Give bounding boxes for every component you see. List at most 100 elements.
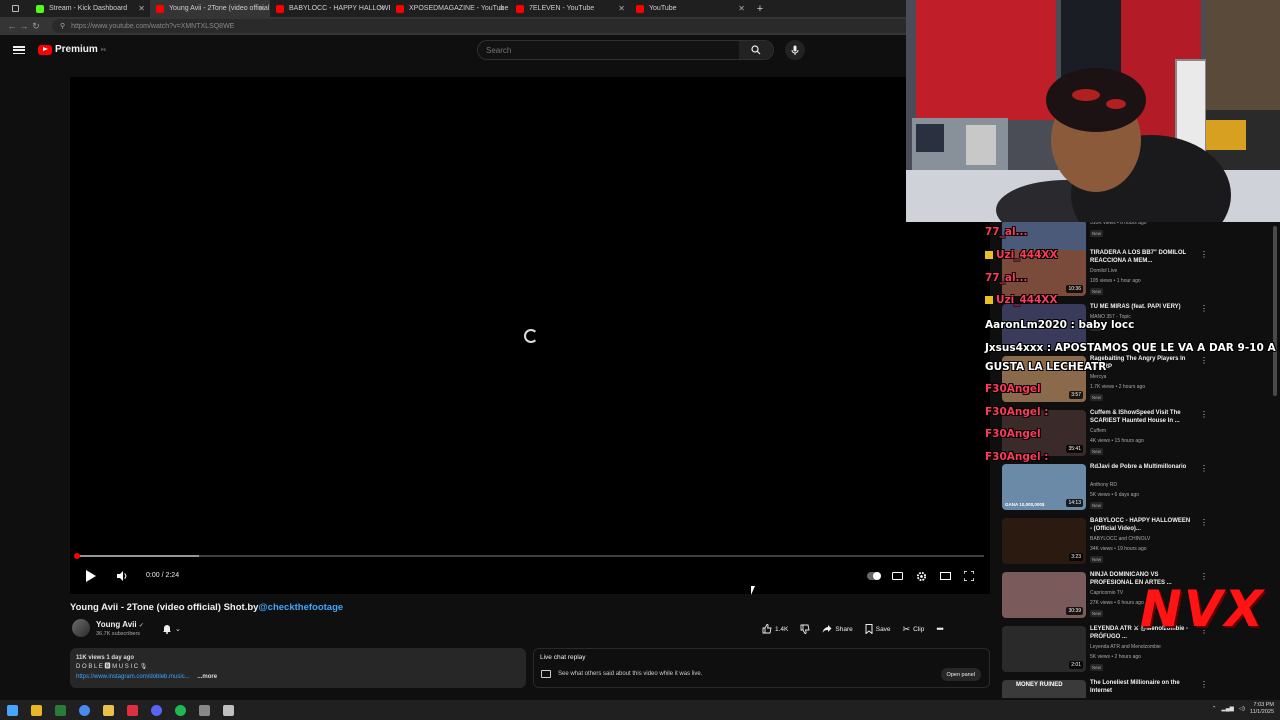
tab-list-icon[interactable] <box>0 0 30 17</box>
discord-icon[interactable] <box>144 700 168 720</box>
fullscreen-button[interactable] <box>962 569 976 583</box>
network-icon[interactable]: ▂▄▆ <box>1222 706 1234 712</box>
recommended-channel[interactable]: Mercya <box>1090 374 1106 380</box>
url-field[interactable]: ⚲ https://www.youtube.com/watch?v=XMNTXL… <box>52 19 932 33</box>
video-thumbnail[interactable] <box>1002 304 1086 350</box>
recommended-video[interactable]: 35:41 Cuffem & IShowSpeed Visit The SCARI… <box>1002 408 1270 460</box>
volume-button[interactable] <box>115 569 129 583</box>
recommended-channel[interactable]: Cuffem <box>1090 428 1106 434</box>
browser-tab[interactable]: 7ELEVEN - YouTube ✕ <box>510 0 630 17</box>
show-more-button[interactable]: ...more <box>197 674 217 680</box>
recommended-channel[interactable]: Leyenda ATR and Menolzombie <box>1090 644 1161 650</box>
video-thumbnail[interactable]: 14:13 GANA 10,000,000$ <box>1002 464 1086 510</box>
speaker-icon[interactable]: ◁) <box>1239 706 1245 712</box>
terminal-icon[interactable] <box>48 700 72 720</box>
youtube-premium-logo[interactable]: Premium PE <box>38 44 106 55</box>
recommended-channel[interactable]: Domilol Live <box>1090 268 1117 274</box>
more-vert-icon[interactable]: ⋮ <box>1200 410 1208 419</box>
scrubber-handle[interactable] <box>74 553 80 559</box>
recommended-title[interactable]: TIRADERA A LOS BB7" DOMILOL REACCIONA A … <box>1090 249 1192 265</box>
more-vert-icon[interactable]: ⋮ <box>1200 250 1208 259</box>
recommended-title[interactable]: BABYLOCC - HAPPY HALLOWEEN - (Official V… <box>1090 517 1192 533</box>
like-button[interactable]: 1.4K <box>756 621 794 637</box>
recommended-title[interactable]: The Loneliest Millionaire on the Interne… <box>1090 679 1192 695</box>
app-red-icon[interactable] <box>120 700 144 720</box>
notification-bell-button[interactable]: ⌄ <box>162 622 188 636</box>
reload-icon[interactable]: ↻ <box>30 21 42 32</box>
voice-search-button[interactable] <box>785 40 805 60</box>
site-info-icon[interactable]: ⚲ <box>60 22 65 30</box>
open-panel-button[interactable]: Open panel <box>940 668 981 681</box>
obs-icon[interactable] <box>216 700 240 720</box>
dislike-button[interactable] <box>794 621 816 637</box>
recommended-video[interactable]: 14:13 GANA 10,000,000$ RdJavi de Pobre a M… <box>1002 462 1270 514</box>
recommended-title[interactable]: RdJavi de Pobre a Multimillonario <box>1090 463 1192 471</box>
video-thumbnail[interactable]: MONEY RUINED <box>1002 680 1086 698</box>
tab-close-icon[interactable]: ✕ <box>138 4 145 13</box>
browser-tab[interactable]: YouTube ✕ <box>630 0 750 17</box>
video-thumbnail[interactable]: 2:01 <box>1002 626 1086 672</box>
folder-icon[interactable] <box>96 700 120 720</box>
tab-close-icon[interactable]: ✕ <box>618 4 625 13</box>
tab-close-icon[interactable]: ✕ <box>378 4 385 13</box>
windows-icon[interactable] <box>0 700 24 720</box>
tab-close-icon[interactable]: ✕ <box>738 4 745 13</box>
save-button[interactable]: Save <box>859 621 897 637</box>
browser-tab[interactable]: XPOSEDMAGAZINE - YouTube ✕ <box>390 0 510 17</box>
settings-button[interactable] <box>914 569 928 583</box>
miniplayer-button[interactable] <box>938 569 952 583</box>
captions-button[interactable] <box>890 569 904 583</box>
title-mention-link[interactable]: @checkthefootage <box>258 602 343 613</box>
recommended-channel[interactable]: MANO 357 - Topic <box>1090 314 1131 320</box>
channel-avatar[interactable] <box>72 619 90 637</box>
chevron-up-icon[interactable]: ⌃ <box>1212 706 1217 712</box>
video-thumbnail[interactable]: 3:23 <box>1002 518 1086 564</box>
search-input[interactable] <box>478 45 738 55</box>
chrome-icon[interactable] <box>72 700 96 720</box>
recommended-channel[interactable]: Anthony RD <box>1090 482 1117 488</box>
recommended-video[interactable]: 3:23 BABYLOCC - HAPPY HALLOWEEN - (Offici… <box>1002 516 1270 568</box>
more-vert-icon[interactable]: ⋮ <box>1200 356 1208 365</box>
more-vert-icon[interactable]: ⋮ <box>1200 464 1208 473</box>
recommended-video[interactable]: 3:57 Ragebaiting The Angry Players In GTA… <box>1002 354 1270 406</box>
sidebar-scrollbar[interactable] <box>1272 224 1278 694</box>
recommended-title[interactable]: TU ME MIRAS (feat. PAPI VERY) <box>1090 303 1192 311</box>
browser-tab[interactable]: Young Avii - 2Tone (video official ✕ <box>150 0 270 17</box>
recommended-video[interactable]: TU ME MIRAS (feat. PAPI VERY) MANO 357 - … <box>1002 302 1270 354</box>
recommended-title[interactable]: Cuffem & IShowSpeed Visit The SCARIEST H… <box>1090 409 1192 425</box>
play-button[interactable] <box>83 569 97 583</box>
browser-tab[interactable]: Stream - Kick Dashboard ✕ <box>30 0 150 17</box>
tab-close-icon[interactable]: ✕ <box>498 4 505 13</box>
more-vert-icon[interactable]: ⋮ <box>1200 518 1208 527</box>
channel-name[interactable]: Young Avii ✓ <box>96 620 144 629</box>
video-thumbnail[interactable]: 30:39 <box>1002 572 1086 618</box>
spotify-icon[interactable] <box>168 700 192 720</box>
tab-close-icon[interactable]: ✕ <box>258 4 265 13</box>
description-link[interactable]: https://www.instagram.com/dobleb.music..… <box>76 674 190 680</box>
recommended-channel[interactable]: Capricornio TV <box>1090 590 1123 596</box>
more-vert-icon[interactable]: ⋮ <box>1200 304 1208 313</box>
description-box[interactable]: 11K views 1 day ago D O B L E 🅱 M U S I … <box>70 648 526 688</box>
browser-tab[interactable]: BABYLOCC - HAPPY HALLOWEE ✕ <box>270 0 390 17</box>
share-button[interactable]: Share <box>816 621 858 637</box>
progress-bar[interactable] <box>74 553 984 559</box>
hamburger-menu-icon[interactable] <box>13 44 25 56</box>
autoplay-toggle[interactable] <box>866 569 882 583</box>
recommended-title[interactable]: Ragebaiting The Angry Players In GTA RP <box>1090 355 1192 371</box>
video-thumbnail[interactable]: 3:57 <box>1002 356 1086 402</box>
recommended-channel[interactable]: BABYLOCC and CHINOLV <box>1090 536 1150 542</box>
clock[interactable]: 7:03 PM 11/1/2025 <box>1250 702 1274 716</box>
back-icon[interactable]: ← <box>6 21 18 31</box>
recommended-video[interactable]: 10:36 TIRADERA A LOS BB7" DOMILOL REACCIO… <box>1002 248 1270 300</box>
more-vert-icon[interactable]: ⋮ <box>1200 680 1208 689</box>
search-button[interactable] <box>739 41 773 59</box>
clip-button[interactable]: ✂ Clip <box>897 621 931 637</box>
file-explorer-icon[interactable] <box>24 700 48 720</box>
video-thumbnail[interactable]: 35:41 <box>1002 410 1086 456</box>
more-actions-button[interactable]: ••• <box>930 621 948 637</box>
recommended-video[interactable]: MONEY RUINED The Loneliest Millionaire on… <box>1002 678 1270 698</box>
forward-icon[interactable]: → <box>18 21 30 31</box>
video-thumbnail[interactable]: 10:36 <box>1002 250 1086 296</box>
new-tab-button[interactable]: + <box>750 0 770 17</box>
app-dark-icon[interactable] <box>192 700 216 720</box>
